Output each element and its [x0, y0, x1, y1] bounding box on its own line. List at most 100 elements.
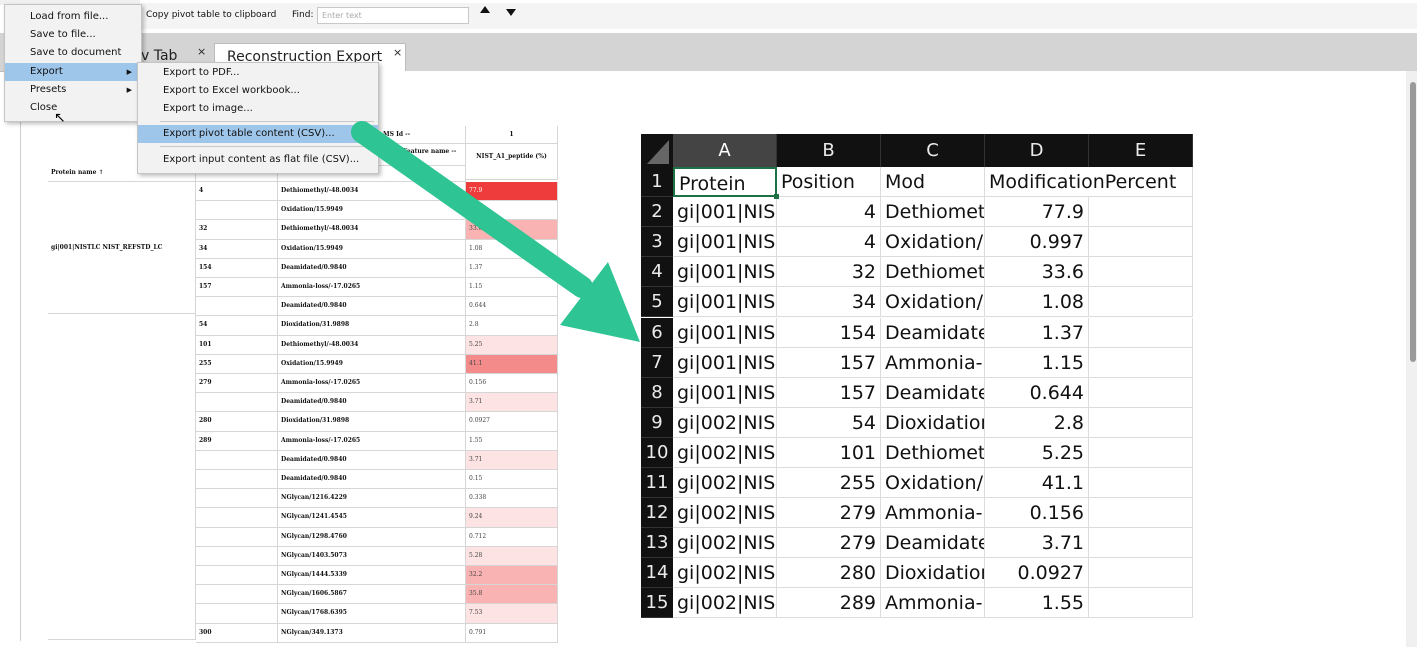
data-cell[interactable]: 0.0927: [985, 558, 1089, 589]
menu-item-export-excel[interactable]: Export to Excel workbook...: [138, 82, 378, 100]
menu-item-export-image[interactable]: Export to image...: [138, 100, 378, 118]
data-cell[interactable]: 1.15: [985, 347, 1089, 378]
menu-item-export-pdf[interactable]: Export to PDF...: [138, 64, 378, 82]
data-cell[interactable]: gi|001|NIS: [673, 347, 777, 378]
data-cell[interactable]: gi|002|NIS: [673, 558, 777, 589]
column-header-b[interactable]: B: [777, 134, 881, 167]
row-header[interactable]: 8: [641, 377, 673, 408]
data-cell[interactable]: 101: [777, 437, 881, 468]
data-cell[interactable]: Oxidation/1: [881, 468, 985, 499]
find-input[interactable]: Enter text: [317, 7, 469, 24]
row-header[interactable]: 12: [641, 498, 673, 529]
data-cell[interactable]: Ammonia-: [881, 347, 985, 378]
fill-handle[interactable]: [774, 194, 779, 200]
empty-cell[interactable]: [1089, 468, 1193, 499]
data-cell[interactable]: 2.8: [985, 407, 1089, 438]
empty-cell[interactable]: [1089, 377, 1193, 408]
data-cell[interactable]: gi|001|NIS: [673, 287, 777, 318]
data-cell[interactable]: gi|001|NIS: [673, 227, 777, 258]
column-header-c[interactable]: C: [881, 134, 985, 167]
data-cell[interactable]: Dethiomet: [881, 257, 985, 288]
data-cell[interactable]: gi|002|NIS: [673, 407, 777, 438]
row-header[interactable]: 10: [641, 437, 673, 468]
data-cell[interactable]: Ammonia-: [881, 588, 985, 619]
data-cell[interactable]: 54: [777, 407, 881, 438]
data-cell[interactable]: Deamidate: [881, 377, 985, 408]
row-header[interactable]: 13: [641, 528, 673, 559]
data-cell[interactable]: 1.55: [985, 588, 1089, 619]
data-cell[interactable]: gi|002|NIS: [673, 528, 777, 559]
data-cell[interactable]: 289: [777, 588, 881, 619]
data-cell[interactable]: gi|002|NIS: [673, 498, 777, 529]
empty-cell[interactable]: [1089, 257, 1193, 288]
data-cell[interactable]: Dioxidatior: [881, 558, 985, 589]
data-cell[interactable]: 3.71: [985, 528, 1089, 559]
menu-item-save-to-file[interactable]: Save to file...: [5, 26, 141, 44]
empty-cell[interactable]: [1089, 227, 1193, 258]
find-previous-icon[interactable]: [480, 6, 490, 13]
data-cell[interactable]: 280: [777, 558, 881, 589]
empty-cell[interactable]: [1089, 317, 1193, 348]
select-all-corner[interactable]: [641, 134, 673, 167]
tab-close-icon[interactable]: ×: [393, 40, 402, 66]
empty-cell[interactable]: [1089, 287, 1193, 318]
scrollbar-thumb[interactable]: [1410, 82, 1416, 362]
menu-item-export-flat-csv[interactable]: Export input content as flat file (CSV).…: [138, 151, 378, 169]
data-cell[interactable]: gi|002|NIS: [673, 437, 777, 468]
column-header-d[interactable]: D: [985, 134, 1089, 167]
data-cell[interactable]: 77.9: [985, 197, 1089, 228]
copy-pivot-button[interactable]: Copy pivot table to clipboard: [146, 10, 276, 20]
data-cell[interactable]: Dethiomet: [881, 437, 985, 468]
data-cell[interactable]: 34: [777, 287, 881, 318]
empty-cell[interactable]: [1089, 197, 1193, 228]
data-cell[interactable]: Dioxidatior: [881, 407, 985, 438]
row-header[interactable]: 1: [641, 167, 673, 198]
column-header-a[interactable]: A: [673, 134, 777, 167]
data-cell[interactable]: gi|001|NIS: [673, 317, 777, 348]
empty-cell[interactable]: [1089, 498, 1193, 529]
row-header[interactable]: 5: [641, 287, 673, 318]
header-cell[interactable]: Position: [777, 167, 881, 198]
empty-cell[interactable]: [1089, 347, 1193, 378]
row-header[interactable]: 14: [641, 558, 673, 589]
menu-item-save-to-document[interactable]: Save to document: [5, 44, 141, 62]
header-cell[interactable]: ModificationPercent: [985, 167, 1193, 198]
data-cell[interactable]: 1.37: [985, 317, 1089, 348]
data-cell[interactable]: 32: [777, 257, 881, 288]
menu-item-load-from-file[interactable]: Load from file...: [5, 8, 141, 26]
data-cell[interactable]: Dethiomet: [881, 197, 985, 228]
data-cell[interactable]: gi|001|NIS: [673, 377, 777, 408]
data-cell[interactable]: 279: [777, 498, 881, 529]
data-cell[interactable]: gi|002|NIS: [673, 468, 777, 499]
row-header[interactable]: 6: [641, 317, 673, 348]
data-cell[interactable]: 154: [777, 317, 881, 348]
data-cell[interactable]: Ammonia-: [881, 498, 985, 529]
data-cell[interactable]: gi|001|NIS: [673, 197, 777, 228]
menu-item-close[interactable]: Close: [5, 99, 141, 117]
empty-cell[interactable]: [1089, 528, 1193, 559]
data-cell[interactable]: Oxidation/1: [881, 287, 985, 318]
header-cell[interactable]: Mod: [881, 167, 985, 198]
data-cell[interactable]: Deamidate: [881, 317, 985, 348]
menu-item-export[interactable]: Export ▶: [5, 63, 141, 81]
data-cell[interactable]: gi|002|NIS: [673, 588, 777, 619]
empty-cell[interactable]: [1089, 437, 1193, 468]
data-cell[interactable]: 0.156: [985, 498, 1089, 529]
row-header[interactable]: 2: [641, 197, 673, 228]
row-header[interactable]: 4: [641, 257, 673, 288]
empty-cell[interactable]: [1089, 588, 1193, 619]
data-cell[interactable]: Deamidate: [881, 528, 985, 559]
data-cell[interactable]: Oxidation/1: [881, 227, 985, 258]
find-next-icon[interactable]: [506, 9, 516, 16]
data-cell[interactable]: 33.6: [985, 257, 1089, 288]
data-cell[interactable]: 41.1: [985, 468, 1089, 499]
data-cell[interactable]: 4: [777, 197, 881, 228]
data-cell[interactable]: 279: [777, 528, 881, 559]
row-header[interactable]: 3: [641, 227, 673, 258]
row-header[interactable]: 11: [641, 468, 673, 499]
data-cell[interactable]: 255: [777, 468, 881, 499]
data-cell[interactable]: 0.644: [985, 377, 1089, 408]
header-cell[interactable]: Protein: [673, 167, 777, 198]
empty-cell[interactable]: [1089, 407, 1193, 438]
data-cell[interactable]: 1.08: [985, 287, 1089, 318]
